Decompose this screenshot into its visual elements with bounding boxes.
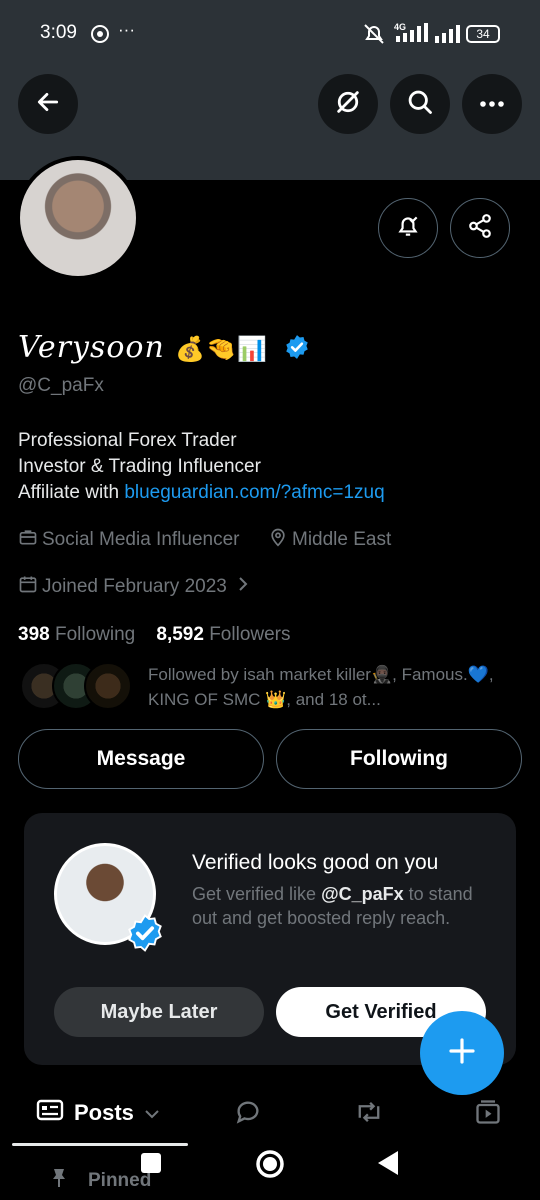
- active-tab-indicator: [12, 1143, 188, 1146]
- followers-label: Followers: [209, 624, 291, 645]
- more-button[interactable]: [462, 74, 522, 134]
- tab-posts[interactable]: Posts: [36, 1098, 160, 1128]
- reply-icon: [234, 1101, 262, 1130]
- tab-media[interactable]: [474, 1098, 502, 1131]
- profile-category: Social Media Influencer: [18, 527, 240, 553]
- pinned-label: Pinned: [50, 1167, 151, 1195]
- notify-button[interactable]: [378, 198, 438, 258]
- battery-indicator: 34: [466, 25, 500, 43]
- display-name-emojis: 💰🤏📊: [175, 335, 268, 363]
- tab-posts-label: Posts: [74, 1100, 134, 1125]
- search-button[interactable]: [390, 74, 450, 134]
- followers-count: 8,592: [156, 624, 204, 645]
- home-circle-icon: [255, 1150, 285, 1183]
- followed-by-text[interactable]: Followed by isah market killer🥷🏿, Famous…: [148, 662, 528, 712]
- status-more: ···: [118, 20, 135, 39]
- nav-home-button[interactable]: [255, 1149, 285, 1184]
- network-type: 4G: [394, 22, 407, 32]
- more-horizontal-icon: [479, 95, 505, 113]
- followers-link[interactable]: 8,592 Followers: [156, 624, 290, 645]
- verified-badge-icon[interactable]: [284, 334, 310, 365]
- briefcase-icon: [18, 527, 38, 553]
- following-link[interactable]: 398 Following: [18, 624, 135, 645]
- mute-icon: [362, 23, 386, 50]
- following-label: Following: [54, 624, 136, 645]
- location-text: Middle East: [292, 529, 392, 550]
- joined-date[interactable]: Joined February 2023: [18, 574, 249, 600]
- compose-fab[interactable]: [420, 1011, 504, 1095]
- avatar-photo: [20, 160, 136, 276]
- tab-reposts[interactable]: [354, 1098, 384, 1131]
- back-button[interactable]: [18, 74, 78, 134]
- status-time: 3:09: [40, 22, 77, 43]
- back-triangle-icon: [376, 1151, 400, 1180]
- arrow-left-icon: [35, 89, 61, 120]
- display-name-text: Verysoon: [18, 330, 165, 365]
- pin-icon: [50, 1167, 68, 1195]
- profile-handle: @C_paFx: [18, 375, 104, 396]
- profile-location: Middle East: [268, 527, 391, 553]
- grok-icon: [334, 88, 362, 121]
- promo-body-handle: @C_paFx: [321, 884, 404, 904]
- promo-body: Get verified like @C_paFx to stand out a…: [192, 882, 502, 930]
- signal-4g-icon: 4G: [394, 22, 430, 49]
- chevron-down-icon: [144, 1100, 160, 1126]
- bell-check-icon: [395, 213, 421, 244]
- square-icon: [140, 1153, 162, 1178]
- plus-icon: [447, 1036, 477, 1071]
- chevron-right-icon: [237, 576, 249, 598]
- search-icon: [406, 88, 434, 121]
- signal-icon: [434, 24, 462, 49]
- tab-replies[interactable]: [234, 1098, 262, 1131]
- notification-icon: [90, 24, 110, 49]
- media-icon: [474, 1100, 502, 1130]
- display-name: Verysoon 💰🤏📊: [18, 330, 268, 365]
- share-icon: [467, 213, 493, 244]
- bio-line: Affiliate with blueguardian.com/?afmc=1z…: [18, 480, 385, 506]
- profile-bio: Professional Forex Trader Investor & Tra…: [18, 428, 385, 506]
- following-count: 398: [18, 624, 50, 645]
- bio-affiliate-text: Affiliate with: [18, 482, 125, 503]
- verified-badge-icon: [126, 914, 164, 952]
- follow-counts: 398 Following 8,592 Followers: [18, 624, 291, 646]
- promo-title: Verified looks good on you: [192, 851, 439, 874]
- nav-back-button[interactable]: [376, 1150, 400, 1181]
- bio-link[interactable]: blueguardian.com/?afmc=1zuq: [124, 482, 384, 503]
- nav-recents-button[interactable]: [140, 1152, 162, 1179]
- grok-button[interactable]: [318, 74, 378, 134]
- location-pin-icon: [268, 527, 288, 553]
- category-text: Social Media Influencer: [42, 529, 240, 550]
- bio-line: Professional Forex Trader: [18, 430, 237, 451]
- joined-text: Joined February 2023: [42, 576, 227, 597]
- repost-icon: [354, 1101, 384, 1130]
- message-button[interactable]: Message: [18, 729, 264, 789]
- bio-line: Investor & Trading Influencer: [18, 456, 261, 477]
- posts-icon: [36, 1098, 64, 1128]
- share-button[interactable]: [450, 198, 510, 258]
- follower-avatar: [84, 662, 132, 710]
- maybe-later-button[interactable]: Maybe Later: [54, 987, 264, 1037]
- promo-body-prefix: Get verified like: [192, 884, 322, 904]
- calendar-icon: [18, 574, 38, 600]
- profile-avatar[interactable]: [16, 156, 140, 280]
- following-button[interactable]: Following: [276, 729, 522, 789]
